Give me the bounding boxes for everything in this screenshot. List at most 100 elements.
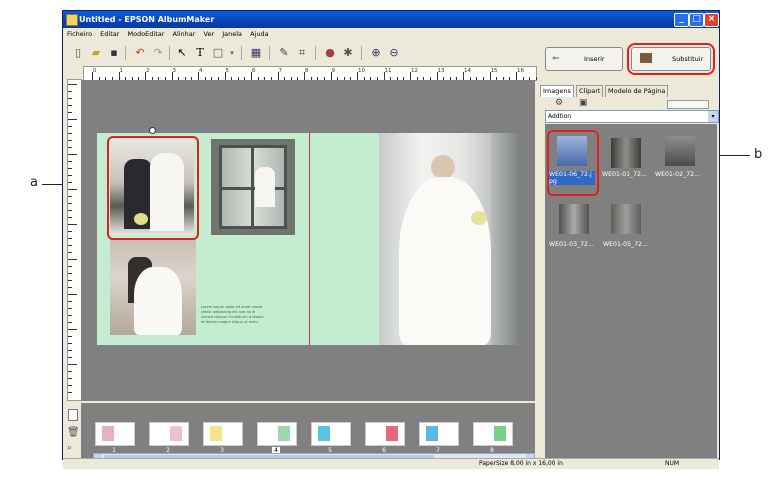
replace-button-highlight bbox=[627, 43, 715, 75]
menu-ajuda[interactable]: Ajuda bbox=[250, 30, 268, 38]
ruler-tick bbox=[92, 72, 93, 80]
thumbnail-photo-block bbox=[210, 426, 222, 441]
chevron-down-icon[interactable]: ▾ bbox=[708, 111, 718, 122]
photo-bride-portrait[interactable] bbox=[379, 133, 521, 345]
zoom-in-icon[interactable]: ⊕ bbox=[369, 46, 383, 60]
text-tool-icon[interactable]: T bbox=[193, 46, 207, 60]
album-canvas[interactable]: Lorem ipsum dolor sit amet conse ctetur … bbox=[81, 80, 535, 401]
undo-icon[interactable]: ↶ bbox=[133, 46, 147, 60]
ruler-tick bbox=[68, 140, 72, 141]
print-icon[interactable]: ● bbox=[323, 46, 337, 60]
ruler-tick bbox=[224, 72, 226, 80]
page-thumbnail[interactable] bbox=[257, 422, 297, 446]
edit-photo-icon[interactable]: ✎ bbox=[277, 46, 291, 60]
settings-icon[interactable]: ✱ bbox=[341, 46, 355, 60]
ruler-tick bbox=[68, 392, 72, 393]
window-transom bbox=[219, 187, 287, 190]
gallery-image[interactable] bbox=[559, 204, 589, 234]
minimize-button[interactable]: _ bbox=[674, 13, 689, 27]
bride-in-window bbox=[255, 167, 275, 207]
ruler-number: 15 bbox=[490, 68, 498, 74]
ruler-tick bbox=[68, 154, 77, 155]
thumbnail-photo-block bbox=[102, 426, 114, 441]
side-panel: ⇐ Inserir Substituir Imagens Clipart Mod… bbox=[537, 42, 719, 459]
ruler-tick bbox=[68, 329, 77, 330]
ruler-number: 8 bbox=[305, 68, 309, 74]
left-page[interactable]: Lorem ipsum dolor sit amet conse ctetur … bbox=[97, 127, 309, 345]
ruler-tick bbox=[68, 364, 77, 365]
caption-line: et dolore magna aliqua ut enim bbox=[201, 320, 258, 324]
open-icon[interactable]: ▰ bbox=[89, 46, 103, 60]
selected-photo-highlight bbox=[107, 136, 199, 240]
paper-size-status: PaperSize 8,00 in x 16,00 in bbox=[479, 460, 563, 467]
spread-fold-line bbox=[309, 133, 310, 345]
menu-modoeditar[interactable]: ModoEditar bbox=[127, 30, 164, 38]
ruler-tick bbox=[516, 72, 517, 80]
page-preview-icon[interactable]: ⌕ bbox=[67, 443, 72, 453]
menu-janela[interactable]: Janela bbox=[222, 30, 242, 38]
gallery-image-label[interactable]: WE01-03_72... bbox=[549, 241, 594, 248]
toolbar-separator bbox=[361, 46, 362, 60]
gallery-image[interactable] bbox=[611, 204, 641, 234]
rotate-handle[interactable] bbox=[149, 127, 156, 134]
ruler-tick bbox=[145, 72, 146, 80]
save-icon[interactable]: ▪ bbox=[107, 46, 121, 60]
close-button[interactable]: × bbox=[704, 13, 719, 27]
page-thumbnail[interactable] bbox=[311, 422, 351, 446]
new-page-icon[interactable] bbox=[68, 409, 78, 421]
gallery-image-label[interactable]: WE01-02_72... bbox=[655, 171, 700, 178]
page-thumbnail[interactable] bbox=[95, 422, 135, 446]
wedding-dress bbox=[399, 177, 491, 345]
image-gallery: WE01-06_72.jpg WE01-01_72... WE01-02_72.… bbox=[545, 124, 717, 459]
delete-page-icon[interactable]: 🗑 bbox=[67, 427, 80, 438]
ruler-tick bbox=[68, 385, 72, 386]
select-pointer-icon[interactable]: ↖ bbox=[175, 46, 189, 60]
tab-imagens[interactable]: Imagens bbox=[540, 85, 574, 97]
gallery-image[interactable] bbox=[665, 136, 695, 166]
right-page[interactable] bbox=[309, 133, 521, 345]
ruler-tick bbox=[68, 182, 72, 183]
photo-dancing[interactable] bbox=[110, 239, 196, 335]
insert-button[interactable]: ⇐ Inserir bbox=[545, 47, 623, 71]
photo-window[interactable] bbox=[211, 139, 295, 235]
selected-image-highlight bbox=[547, 130, 599, 196]
ruler-number: 12 bbox=[411, 68, 418, 74]
ruler-tick bbox=[489, 72, 491, 80]
toolbar-separator bbox=[241, 46, 242, 60]
menu-ficheiro[interactable]: Ficheiro bbox=[67, 30, 92, 38]
gallery-image-label[interactable]: WE01-01_72... bbox=[602, 171, 647, 178]
tab-clipart[interactable]: Clipart bbox=[576, 85, 604, 97]
redo-icon[interactable]: ↷ bbox=[151, 46, 165, 60]
frame-dropdown-icon[interactable]: ▾ bbox=[225, 46, 239, 60]
thumbnail-size-slider[interactable] bbox=[667, 100, 709, 109]
maximize-button[interactable]: □ bbox=[689, 13, 704, 27]
ruler-tick bbox=[68, 161, 72, 162]
tab-modelo-de-pagina[interactable]: Modelo de Página bbox=[605, 85, 669, 97]
thumbnail-photo-block bbox=[426, 426, 438, 441]
page-thumbnail[interactable] bbox=[149, 422, 189, 446]
vertical-ruler bbox=[67, 79, 82, 401]
crop-icon[interactable]: ⌗ bbox=[295, 46, 309, 60]
horizontal-ruler: 0 1 2 3 4 5 6 7 8 9 10 11 12 13 14 15 16 bbox=[83, 66, 537, 81]
image-view-icon[interactable]: ▣ bbox=[579, 98, 588, 108]
menu-editar[interactable]: Editar bbox=[100, 30, 119, 38]
page-thumbnail[interactable] bbox=[419, 422, 459, 446]
gallery-image-label[interactable]: WE01-05_72... bbox=[603, 241, 648, 248]
frame-tool-icon[interactable]: □ bbox=[211, 46, 225, 60]
ruler-number: 10 bbox=[358, 68, 365, 74]
image-settings-icon[interactable]: ⚙ bbox=[555, 98, 563, 108]
menu-alinhar[interactable]: Alinhar bbox=[173, 30, 196, 38]
ruler-tick bbox=[68, 203, 72, 204]
page-thumbnail[interactable] bbox=[473, 422, 513, 446]
ruler-tick bbox=[68, 357, 72, 358]
new-icon[interactable]: ▯ bbox=[71, 46, 85, 60]
ruler-tick bbox=[68, 308, 72, 309]
page-caption[interactable]: Lorem ipsum dolor sit amet conse ctetur … bbox=[201, 305, 301, 325]
menu-ver[interactable]: Ver bbox=[204, 30, 215, 38]
layout-icon[interactable]: ▦ bbox=[249, 46, 263, 60]
gallery-image[interactable] bbox=[611, 138, 641, 168]
page-thumbnail[interactable] bbox=[365, 422, 405, 446]
folder-dropdown[interactable]: Addtion ▾ bbox=[545, 110, 719, 123]
zoom-out-icon[interactable]: ⊖ bbox=[387, 46, 401, 60]
page-thumbnail[interactable] bbox=[203, 422, 243, 446]
